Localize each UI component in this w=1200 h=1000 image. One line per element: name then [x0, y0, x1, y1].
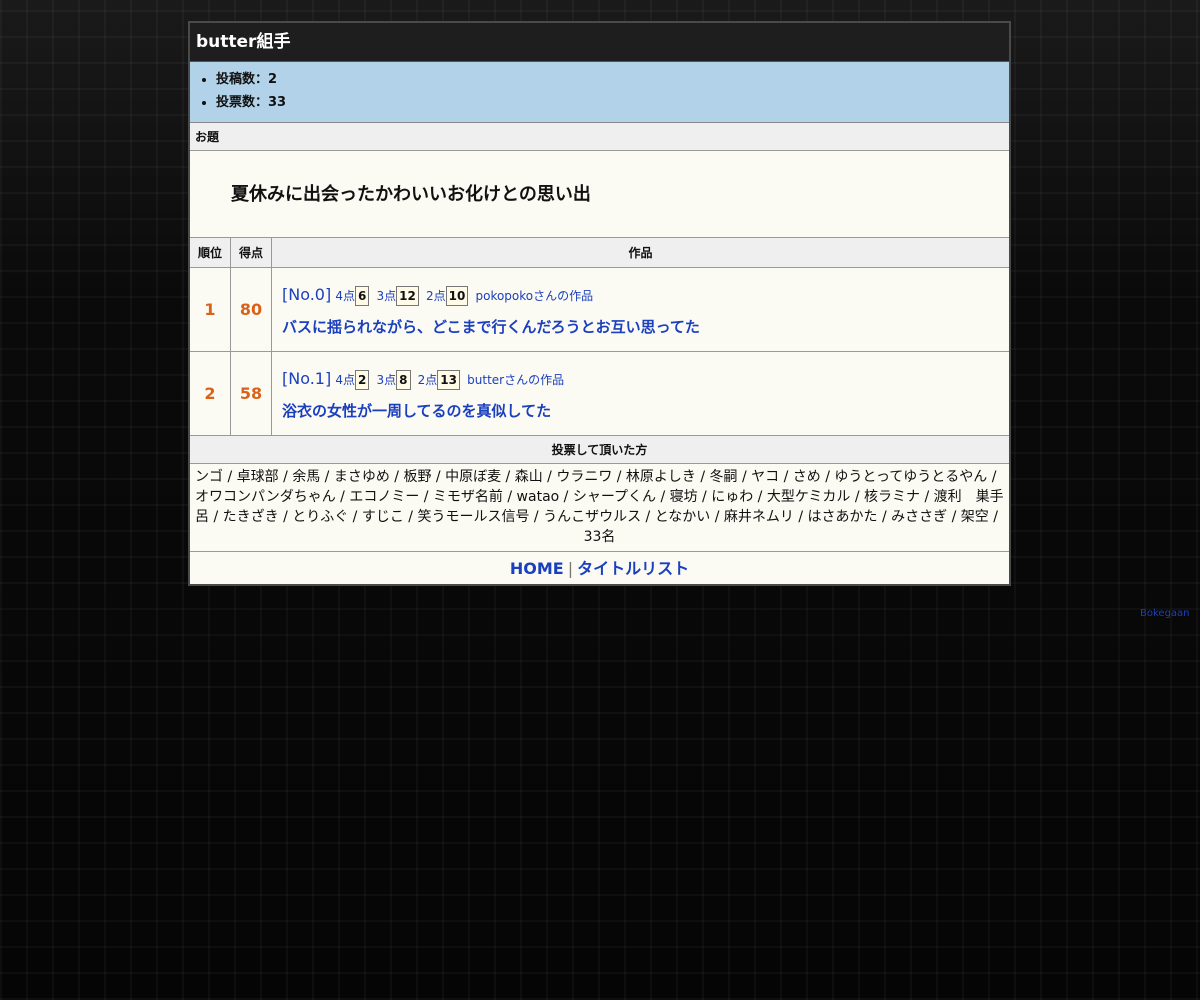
score-cell: 80	[230, 267, 272, 352]
score-header: 得点	[230, 238, 272, 268]
post-count: 投稿数：2	[216, 68, 1009, 91]
points-3-label: 3点	[376, 289, 397, 303]
points-3-count: 12	[396, 286, 419, 306]
work-meta: [No.1] 4点 2 3点 8 2点 13 butterさんの作品	[282, 366, 1008, 392]
work-number[interactable]: [No.1]	[282, 369, 331, 388]
odai-label: お題	[190, 123, 1009, 151]
author-link[interactable]: butterさんの作品	[467, 373, 564, 387]
kumite-panel: butter組手 投稿数：2 投票数：33 お題 夏休みに出会ったかわいいお化け…	[188, 21, 1011, 586]
rank-cell: 1	[190, 267, 231, 352]
points-4-count: 2	[355, 370, 370, 390]
work-cell: [No.0] 4点 6 3点 12 2点 10 pokopokoさんの作品 バスに揺ら…	[271, 267, 1009, 352]
ranking-table: 順位 得点 作品 1 80 [No.0] 4点 6 3点 12 2点 10 pokop…	[190, 238, 1009, 436]
stats-list: 投稿数：2 投票数：33	[190, 62, 1009, 123]
voters-section: ンゴ / 卓球部 / 余馬 / まさゆめ / 板野 / 中原ぼ麦 / 森山 / …	[190, 464, 1009, 552]
page-title: butter組手	[190, 23, 1009, 62]
voters-heading: 投票して頂いた方	[190, 436, 1009, 464]
author-link[interactable]: pokopokoさんの作品	[475, 289, 593, 303]
title-list-link[interactable]: タイトルリスト	[577, 559, 689, 578]
points-2-label: 2点	[417, 373, 438, 387]
footer-nav: HOME | タイトルリスト	[190, 552, 1009, 584]
rank-cell: 2	[190, 351, 231, 436]
work-header: 作品	[271, 238, 1009, 268]
nav-separator: |	[567, 559, 574, 578]
table-header-row: 順位 得点 作品	[190, 238, 1009, 268]
rank-header: 順位	[190, 238, 231, 268]
credit-link[interactable]: Bokegaan	[1140, 608, 1190, 619]
points-4-label: 4点	[335, 373, 356, 387]
points-2-label: 2点	[426, 289, 446, 303]
points-4-label: 4点	[335, 289, 356, 303]
vote-count: 投票数：33	[216, 91, 1009, 114]
work-title-link[interactable]: バスに揺られながら、どこまで行くんだろうとお互い思ってた	[282, 316, 1008, 337]
points-4-count: 6	[355, 286, 370, 306]
work-meta: [No.0] 4点 6 3点 12 2点 10 pokopokoさんの作品	[282, 282, 1008, 308]
work-cell: [No.1] 4点 2 3点 8 2点 13 butterさんの作品 浴衣の女性が一周…	[271, 351, 1009, 436]
voters-list: ンゴ / 卓球部 / 余馬 / まさゆめ / 板野 / 中原ぼ麦 / 森山 / …	[195, 469, 1004, 525]
work-number[interactable]: [No.0]	[282, 285, 331, 304]
points-2-count: 13	[437, 370, 460, 390]
voter-count: 33名	[583, 529, 616, 545]
score-cell: 58	[230, 351, 272, 436]
odai-text: 夏休みに出会ったかわいいお化けとの思い出	[190, 151, 1009, 238]
points-3-count: 8	[396, 370, 411, 390]
points-3-label: 3点	[376, 373, 397, 387]
work-title-link[interactable]: 浴衣の女性が一周してるのを真似してた	[282, 400, 1008, 421]
home-link[interactable]: HOME	[510, 559, 564, 578]
table-row: 1 80 [No.0] 4点 6 3点 12 2点 10 pokopokoさんの作品 …	[190, 267, 1009, 352]
table-row: 2 58 [No.1] 4点 2 3点 8 2点 13 butterさんの作品 浴衣の…	[190, 351, 1009, 436]
points-2-count: 10	[445, 286, 469, 306]
